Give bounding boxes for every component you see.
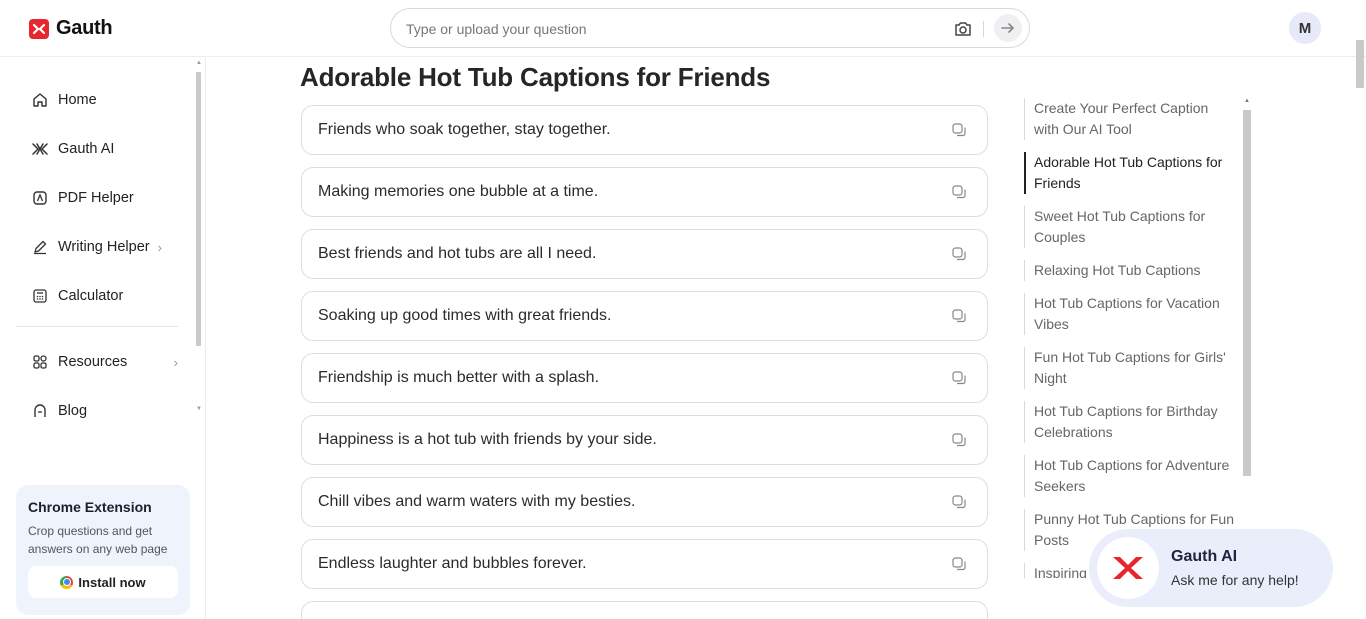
gauth-ai-logo-icon: [1097, 537, 1159, 599]
copy-icon[interactable]: [951, 184, 967, 200]
sidebar-item-blog[interactable]: Blog: [16, 393, 178, 418]
caption-card: [301, 601, 988, 619]
caption-text: Chill vibes and warm waters with my best…: [318, 493, 636, 510]
caption-card: Soaking up good times with great friends…: [301, 291, 988, 341]
left-sidebar: Home Gauth AI PDF Helper Writing Helper …: [0, 58, 206, 619]
caption-card: Best friends and hot tubs are all I need…: [301, 229, 988, 279]
install-now-button[interactable]: Install now: [28, 566, 178, 598]
caption-text: Endless laughter and bubbles forever.: [318, 555, 587, 572]
install-button-label: Install now: [78, 574, 146, 590]
toc-item[interactable]: Relaxing Hot Tub Captions: [1024, 260, 1234, 281]
sidebar-item-label: PDF Helper: [58, 190, 134, 206]
arrow-right-icon[interactable]: [994, 14, 1022, 42]
scrollbar-thumb[interactable]: [1243, 110, 1251, 476]
toc-item[interactable]: Hot Tub Captions for Vacation Vibes: [1024, 293, 1234, 335]
gauth-ai-icon: [32, 141, 48, 157]
caption-text: Best friends and hot tubs are all I need…: [318, 245, 597, 262]
caption-card: Happiness is a hot tub with friends by y…: [301, 415, 988, 465]
toc-item[interactable]: Sweet Hot Tub Captions for Couples: [1024, 206, 1234, 248]
sidebar-item-label: Calculator: [58, 288, 124, 304]
caption-card: Chill vibes and warm waters with my best…: [301, 477, 988, 527]
widget-subtitle: Ask me for any help!: [1171, 572, 1299, 588]
search-bar: [390, 8, 1030, 48]
sidebar-item-label: Writing Helper: [58, 239, 150, 255]
pen-icon: [32, 239, 48, 255]
caption-card: Making memories one bubble at a time.: [301, 167, 988, 217]
scrollbar-thumb[interactable]: [196, 72, 201, 346]
sidebar-item-home[interactable]: Home: [16, 82, 178, 118]
sidebar-item-writing-helper[interactable]: Writing Helper ›: [16, 229, 178, 265]
toc-item[interactable]: Fun Hot Tub Captions for Girls' Night: [1024, 347, 1234, 389]
scroll-up-icon[interactable]: ▲: [196, 60, 202, 66]
caption-card: Friendship is much better with a splash.: [301, 353, 988, 403]
copy-icon[interactable]: [951, 556, 967, 572]
widget-title: Gauth AI: [1171, 548, 1238, 565]
table-of-contents: Create Your Perfect Caption with Our AI …: [1024, 96, 1240, 578]
sidebar-item-gauth-ai[interactable]: Gauth AI: [16, 131, 178, 167]
sidebar-divider: [16, 326, 178, 327]
caption-card: Friends who soak together, stay together…: [301, 105, 988, 155]
sidebar-item-resources[interactable]: Resources ›: [16, 344, 178, 380]
toc-item[interactable]: Create Your Perfect Caption with Our AI …: [1024, 98, 1234, 140]
caption-text: Making memories one bubble at a time.: [318, 183, 599, 200]
sidebar-item-label: Gauth AI: [58, 141, 115, 157]
sidebar-item-calculator[interactable]: Calculator: [16, 278, 178, 314]
section-title: Adorable Hot Tub Captions for Friends: [300, 62, 771, 92]
toc-item[interactable]: Hot Tub Captions for Birthday Celebratio…: [1024, 401, 1234, 443]
camera-icon[interactable]: [953, 19, 973, 39]
chevron-right-icon: ›: [157, 239, 162, 255]
extension-title: Chrome Extension: [28, 499, 152, 515]
caption-text: Friendship is much better with a splash.: [318, 369, 600, 386]
gauth-ai-widget[interactable]: Gauth AI Ask me for any help!: [1089, 529, 1333, 607]
chrome-extension-card: Chrome Extension Crop questions and get …: [16, 485, 190, 615]
caption-card: Endless laughter and bubbles forever.: [301, 539, 988, 589]
caption-text: Soaking up good times with great friends…: [318, 307, 612, 324]
user-avatar[interactable]: M: [1289, 12, 1321, 44]
sidebar-item-label: Home: [58, 92, 97, 108]
pdf-icon: [32, 190, 48, 206]
copy-icon[interactable]: [951, 246, 967, 262]
sidebar-item-label: Blog: [58, 403, 88, 418]
toc-item-active[interactable]: Adorable Hot Tub Captions for Friends: [1024, 152, 1234, 194]
copy-icon[interactable]: [951, 308, 967, 324]
extension-description: Crop questions and get answers on any we…: [28, 524, 168, 556]
top-header: Gauth M: [0, 0, 1366, 57]
chevron-right-icon: ›: [173, 355, 178, 370]
caption-text: Happiness is a hot tub with friends by y…: [318, 431, 657, 448]
copy-icon[interactable]: [951, 494, 967, 510]
copy-icon[interactable]: [951, 432, 967, 448]
sidebar-scrollbar[interactable]: ▲ ▼: [196, 60, 202, 418]
home-icon: [32, 92, 48, 108]
gauth-logo-icon: [29, 18, 49, 39]
calculator-icon: [32, 288, 48, 304]
blog-icon: [32, 403, 48, 418]
brand-name: Gauth: [56, 17, 113, 39]
copy-icon[interactable]: [951, 370, 967, 386]
copy-icon[interactable]: [951, 122, 967, 138]
scroll-up-icon[interactable]: ▲: [1244, 98, 1250, 104]
sidebar-item-label: Resources: [58, 354, 128, 370]
caption-text: Friends who soak together, stay together…: [318, 121, 611, 138]
search-input[interactable]: [406, 18, 926, 40]
grid-icon: [32, 354, 48, 370]
toc-item[interactable]: Hot Tub Captions for Adventure Seekers: [1024, 455, 1234, 497]
page-scrollbar-thumb[interactable]: [1356, 40, 1364, 88]
sidebar-nav: Home Gauth AI PDF Helper Writing Helper …: [16, 76, 186, 418]
chrome-icon: [60, 575, 74, 589]
scroll-down-icon[interactable]: ▼: [196, 406, 202, 412]
search-divider: [983, 21, 984, 37]
sidebar-item-pdf-helper[interactable]: PDF Helper: [16, 180, 178, 216]
toc-scrollbar[interactable]: ▲: [1243, 98, 1252, 478]
gauth-logo[interactable]: Gauth: [29, 17, 113, 40]
